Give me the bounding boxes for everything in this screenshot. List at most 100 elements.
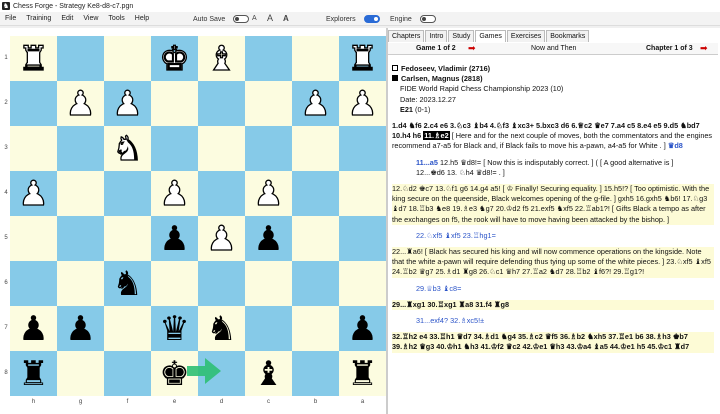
black-king-icon[interactable]: ♚ (159, 357, 189, 391)
menu-view[interactable]: View (78, 15, 103, 22)
board-square[interactable] (198, 171, 245, 216)
white-knight-icon[interactable]: ♞ (112, 131, 144, 166)
board-square[interactable] (292, 36, 339, 81)
white-rook-icon[interactable]: ♜ (347, 41, 379, 76)
variation-line[interactable]: 11...a5 12.h5 ♛d8!= [ Now this is indisp… (392, 158, 714, 178)
menu-tools[interactable]: Tools (103, 15, 129, 22)
next-chapter-arrow-icon[interactable]: ➡ (700, 43, 708, 54)
board-square[interactable]: ♜ (10, 36, 57, 81)
board-square[interactable] (292, 216, 339, 261)
font-increase-icon[interactable]: A (267, 13, 273, 23)
current-move[interactable]: 11.♗e2 (423, 131, 450, 141)
board-square[interactable]: ♟ (198, 216, 245, 261)
black-pawn-icon[interactable]: ♟ (18, 312, 48, 346)
notation-paragraph[interactable]: 22...♜a6! [ Black has secured his king a… (392, 247, 714, 278)
tab-chapters[interactable]: Chapters (388, 30, 425, 42)
black-rook-icon[interactable]: ♜ (18, 357, 48, 391)
board-square[interactable] (104, 216, 151, 261)
white-rook-icon[interactable]: ♜ (18, 41, 50, 76)
board-square[interactable]: ♜ (10, 351, 57, 396)
white-king-icon[interactable]: ♚ (159, 41, 191, 76)
board-square[interactable] (198, 81, 245, 126)
board-square[interactable]: ♞ (198, 306, 245, 351)
board-square[interactable] (151, 261, 198, 306)
board-square[interactable] (57, 351, 104, 396)
white-pawn-icon[interactable]: ♟ (300, 86, 332, 121)
notation-paragraph[interactable]: 32.♖h2 e4 33.♖h1 ♛d7 34.♗d1 ♞g4 35.♗c2 ♛… (392, 332, 714, 353)
next-game-arrow-icon[interactable]: ➡ (468, 43, 476, 54)
board-square[interactable]: ♟ (10, 171, 57, 216)
tab-exercises[interactable]: Exercises (506, 30, 546, 42)
board-square[interactable] (292, 171, 339, 216)
variation-line[interactable]: 22.♘xf5 ♝xf5 23.♖hg1= (392, 231, 714, 241)
tab-bookmarks[interactable]: Bookmarks (546, 30, 590, 42)
board-square[interactable] (339, 216, 386, 261)
board-square[interactable]: ♟ (292, 81, 339, 126)
board-square[interactable] (104, 306, 151, 351)
variation-line[interactable]: 29.♕b3 ♝c8= (392, 284, 714, 294)
board-square[interactable] (339, 126, 386, 171)
board-square[interactable] (10, 261, 57, 306)
board-square[interactable] (292, 126, 339, 171)
white-pawn-icon[interactable]: ♟ (347, 86, 379, 121)
board-square[interactable]: ♟ (57, 81, 104, 126)
board-square[interactable] (151, 126, 198, 171)
board-square[interactable] (245, 306, 292, 351)
board-square[interactable] (245, 261, 292, 306)
black-knight-icon[interactable]: ♞ (112, 267, 142, 301)
board-square[interactable] (339, 261, 386, 306)
white-bishop-icon[interactable]: ♝ (206, 41, 238, 76)
board-square[interactable]: ♛ (151, 306, 198, 351)
board-square[interactable] (198, 261, 245, 306)
menu-edit[interactable]: Edit (56, 15, 78, 22)
font-fixed-icon[interactable]: A (283, 14, 289, 23)
white-pawn-icon[interactable]: ♟ (112, 86, 144, 121)
explorers-toggle[interactable] (363, 15, 380, 23)
board-square[interactable]: ♟ (245, 216, 292, 261)
board-square[interactable] (198, 126, 245, 171)
board-square[interactable] (57, 36, 104, 81)
board-square[interactable]: ♟ (339, 81, 386, 126)
autosave-toggle[interactable] (233, 15, 250, 23)
board-square[interactable]: ♟ (57, 306, 104, 351)
menu-training[interactable]: Training (21, 15, 56, 22)
board-square[interactable] (292, 351, 339, 396)
board-square[interactable] (57, 171, 104, 216)
board-square[interactable]: ♞ (104, 126, 151, 171)
board-square[interactable]: ♟ (339, 306, 386, 351)
board-square[interactable] (292, 306, 339, 351)
menu-file[interactable]: File (0, 15, 21, 22)
board-square[interactable]: ♟ (151, 216, 198, 261)
black-rook-icon[interactable]: ♜ (347, 357, 377, 391)
board-square[interactable] (104, 351, 151, 396)
tab-intro[interactable]: Intro (425, 30, 448, 42)
board-square[interactable] (104, 36, 151, 81)
white-pawn-icon[interactable]: ♟ (206, 221, 238, 256)
menu-help[interactable]: Help (130, 15, 154, 22)
black-pawn-icon[interactable]: ♟ (159, 222, 189, 256)
board-square[interactable]: ♝ (245, 351, 292, 396)
board-square[interactable] (198, 351, 245, 396)
board-square[interactable]: ♟ (151, 171, 198, 216)
board-square[interactable]: ♜ (339, 351, 386, 396)
white-pawn-icon[interactable]: ♟ (253, 176, 285, 211)
board-square[interactable] (10, 81, 57, 126)
white-pawn-icon[interactable]: ♟ (65, 86, 97, 121)
board-square[interactable] (57, 216, 104, 261)
tab-games[interactable]: Games (475, 30, 506, 42)
black-pawn-icon[interactable]: ♟ (347, 312, 377, 346)
black-bishop-icon[interactable]: ♝ (253, 357, 283, 391)
board-square[interactable]: ♜ (339, 36, 386, 81)
notation-paragraph[interactable]: 12.♘d2 ♚c7 13.♘f1 g6 14.g4 a5! [ ♔ Final… (392, 184, 714, 225)
board-square[interactable] (57, 126, 104, 171)
board-square[interactable]: ♚ (151, 36, 198, 81)
board-square[interactable] (292, 261, 339, 306)
white-pawn-icon[interactable]: ♟ (159, 176, 191, 211)
board-square[interactable]: ♝ (198, 36, 245, 81)
font-decrease-icon[interactable]: A (252, 15, 257, 22)
black-pawn-icon[interactable]: ♟ (253, 222, 283, 256)
white-pawn-icon[interactable]: ♟ (18, 176, 50, 211)
variation-line[interactable]: 31...exf4? 32.♗xc5!± (392, 316, 714, 326)
notation-paragraph[interactable]: 29...♜xg1 30.♖xg1 ♜a8 31.f4 ♜g8 (392, 299, 714, 311)
board-square[interactable] (10, 126, 57, 171)
